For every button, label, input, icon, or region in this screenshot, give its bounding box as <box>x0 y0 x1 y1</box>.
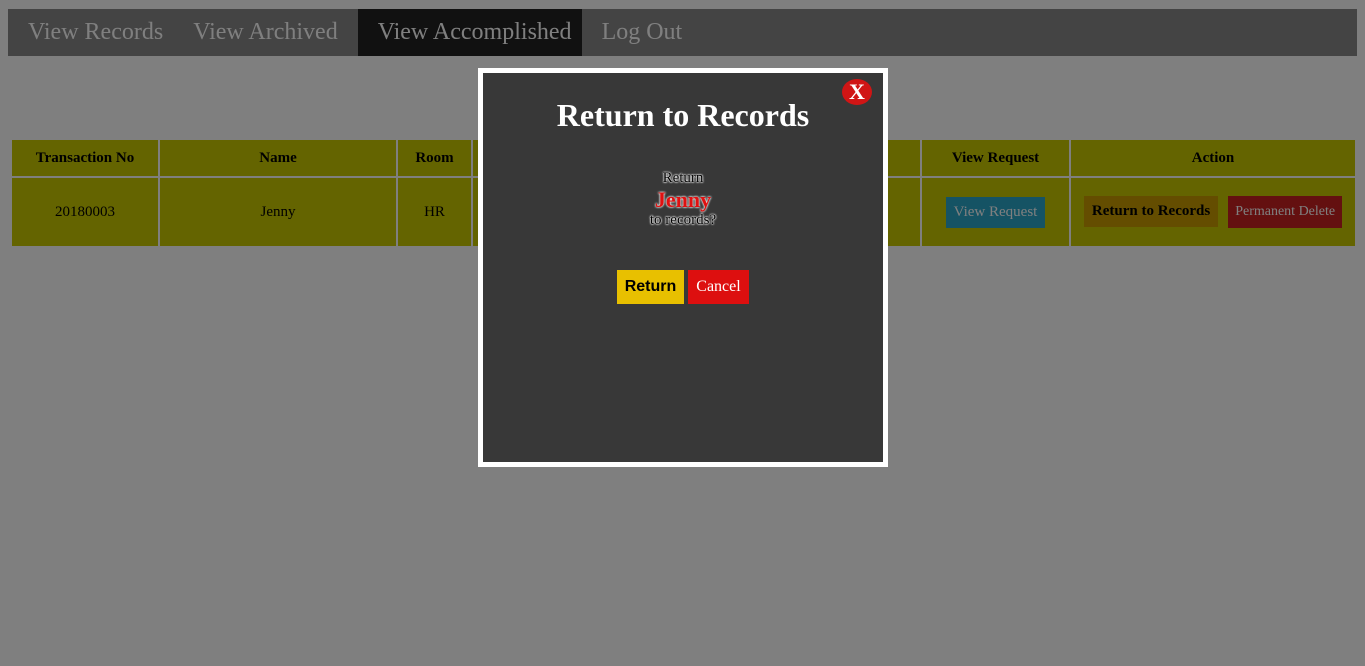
message-record-name: Jenny <box>654 187 712 212</box>
message-suffix: to records? <box>649 212 717 228</box>
message-prefix: Return <box>662 170 704 186</box>
cancel-button[interactable]: Cancel <box>688 270 749 304</box>
page: View Records View Archived View Accompli… <box>0 0 1365 666</box>
close-icon[interactable]: X <box>842 79 872 105</box>
return-confirm-modal: Return to Records X Return Jenny to reco… <box>478 68 888 467</box>
modal-actions: Return Cancel <box>483 270 883 304</box>
modal-message: Return Jenny to records? <box>483 170 883 229</box>
return-button[interactable]: Return <box>617 270 684 304</box>
modal-title: Return to Records <box>556 97 810 133</box>
